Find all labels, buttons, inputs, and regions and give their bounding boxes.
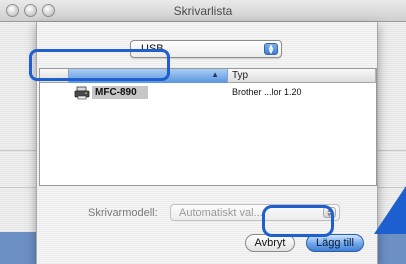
background-panel-right: [378, 232, 406, 264]
up-arrow-icon: [374, 186, 406, 234]
window-titlebar: Skrivarlista: [0, 0, 406, 22]
column-header-type[interactable]: Typ: [228, 69, 376, 83]
printer-driver-type: Brother ...lor 1.20: [232, 87, 302, 97]
sort-ascending-icon: ▲: [211, 70, 219, 79]
highlight-add-button: [262, 205, 334, 237]
window-title: Skrivarlista: [173, 4, 233, 18]
column-type-label: Typ: [232, 70, 249, 81]
printer-row[interactable]: MFC-890 Brother ...lor 1.20: [40, 84, 376, 102]
screen: Skrivarlista USB ▲ ▼ ▲ Typ MFC-890 Broth…: [0, 0, 406, 264]
printer-list[interactable]: ▲ Typ MFC-890 Brother ...lor 1.20: [39, 68, 377, 186]
popup-arrows-icon: ▲ ▼: [264, 43, 278, 56]
printer-model-name: MFC-890: [92, 86, 148, 99]
printer-model-label: Skrivarmodell:: [88, 207, 158, 219]
printer-icon: [74, 86, 90, 100]
highlight-printer-selection: [29, 49, 170, 81]
printer-model-value: Automatiskt val...: [179, 207, 263, 219]
